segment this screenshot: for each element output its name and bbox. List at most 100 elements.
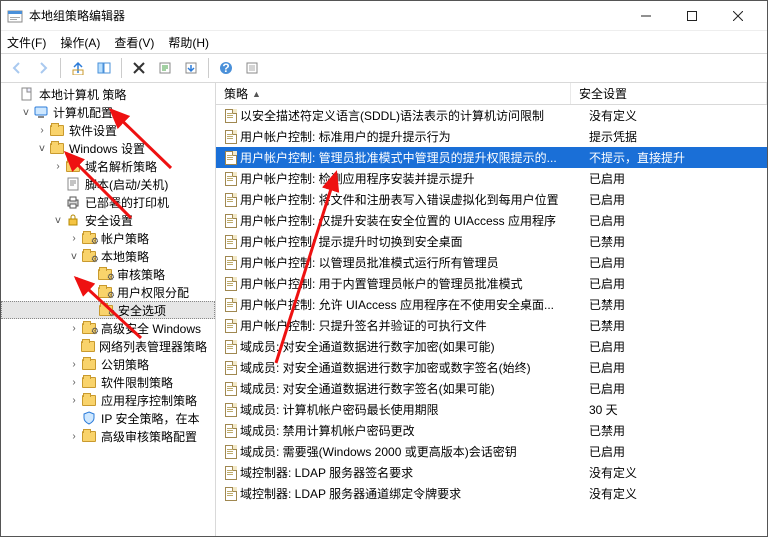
policy-value: 已禁用 xyxy=(589,317,767,334)
list-row[interactable]: 用户帐户控制: 用于内置管理员帐户的管理员批准模式已启用 xyxy=(216,273,767,294)
list-row[interactable]: 以安全描述符定义语言(SDDL)语法表示的计算机访问限制没有定义 xyxy=(216,105,767,126)
policy-icon xyxy=(222,235,240,249)
chevron-right-icon[interactable]: › xyxy=(67,395,81,406)
delete-button[interactable] xyxy=(127,56,151,80)
folder-icon xyxy=(98,302,114,318)
list-row[interactable]: 域控制器: LDAP 服务器通道绑定令牌要求没有定义 xyxy=(216,483,767,504)
tree-printers[interactable]: ›已部署的打印机 xyxy=(1,193,215,211)
tree-software-settings[interactable]: › 软件设置 xyxy=(1,121,215,139)
policy-icon xyxy=(222,424,240,438)
list-row[interactable]: 用户帐户控制: 只提升签名并验证的可执行文件已禁用 xyxy=(216,315,767,336)
tree-local-policies[interactable]: ⅴ本地策略 xyxy=(1,247,215,265)
tree-computer-config[interactable]: ⅴ 计算机配置 xyxy=(1,103,215,121)
column-policy[interactable]: 策略▲ xyxy=(216,83,571,104)
tree-software-restriction[interactable]: ›软件限制策略 xyxy=(1,373,215,391)
list-row[interactable]: 用户帐户控制: 将文件和注册表写入错误虚拟化到每用户位置已启用 xyxy=(216,189,767,210)
list-body[interactable]: 以安全描述符定义语言(SDDL)语法表示的计算机访问限制没有定义用户帐户控制: … xyxy=(216,105,767,536)
policy-name: 域成员: 对安全通道数据进行数字加密或数字签名(始终) xyxy=(240,359,589,376)
menu-view[interactable]: 查看(V) xyxy=(114,34,154,51)
chevron-right-icon[interactable]: › xyxy=(67,233,81,244)
chevron-down-icon[interactable]: ⅴ xyxy=(35,143,49,154)
filter-button[interactable] xyxy=(240,56,264,80)
tree-audit-policy[interactable]: ›审核策略 xyxy=(1,265,215,283)
chevron-right-icon[interactable]: › xyxy=(51,161,65,172)
back-button[interactable] xyxy=(5,56,29,80)
list-row[interactable]: 用户帐户控制: 提示提升时切换到安全桌面已禁用 xyxy=(216,231,767,252)
tree-public-key[interactable]: › 公钥策略 xyxy=(1,355,215,373)
up-button[interactable] xyxy=(66,56,90,80)
policy-value: 已禁用 xyxy=(589,296,767,313)
list-row[interactable]: 域成员: 需要强(Windows 2000 或更高版本)会话密钥已启用 xyxy=(216,441,767,462)
folder-icon xyxy=(81,392,97,408)
policy-name: 用户帐户控制: 仅提升安装在安全位置的 UIAccess 应用程序 xyxy=(240,212,589,229)
tree-label: 公钥策略 xyxy=(101,356,149,373)
menu-action[interactable]: 操作(A) xyxy=(60,34,100,51)
list-row[interactable]: 用户帐户控制: 标准用户的提升提示行为提示凭据 xyxy=(216,126,767,147)
folder-icon xyxy=(81,428,97,444)
policy-name: 用户帐户控制: 提示提升时切换到安全桌面 xyxy=(240,233,589,250)
list-row[interactable]: 域成员: 对安全通道数据进行数字加密或数字签名(始终)已启用 xyxy=(216,357,767,378)
tree-advanced-audit[interactable]: ›高级审核策略配置 xyxy=(1,427,215,445)
list-row[interactable]: 域成员: 禁用计算机帐户密码更改已禁用 xyxy=(216,420,767,441)
policy-name: 用户帐户控制: 允许 UIAccess 应用程序在不使用安全桌面... xyxy=(240,296,589,313)
tree-label: 帐户策略 xyxy=(101,230,149,247)
tree-scripts[interactable]: ›脚本(启动/关机) xyxy=(1,175,215,193)
tree-label: Windows 设置 xyxy=(69,140,145,157)
tree-root[interactable]: ▶ 本地计算机 策略 xyxy=(1,85,215,103)
policy-icon xyxy=(222,214,240,228)
tree-name-resolution[interactable]: ›域名解析策略 xyxy=(1,157,215,175)
column-setting[interactable]: 安全设置 xyxy=(571,83,767,104)
tree-account-policies[interactable]: › 帐户策略 xyxy=(1,229,215,247)
list-row[interactable]: 域控制器: LDAP 服务器签名要求没有定义 xyxy=(216,462,767,483)
list-row[interactable]: 用户帐户控制: 允许 UIAccess 应用程序在不使用安全桌面...已禁用 xyxy=(216,294,767,315)
export-button[interactable] xyxy=(179,56,203,80)
chevron-right-icon[interactable]: › xyxy=(67,323,81,334)
shield-icon xyxy=(81,410,97,426)
chevron-down-icon[interactable]: ⅴ xyxy=(67,251,81,262)
chevron-right-icon[interactable]: › xyxy=(67,359,81,370)
folder-icon xyxy=(65,158,81,174)
policy-name: 用户帐户控制: 检测应用程序安装并提示提升 xyxy=(240,170,589,187)
close-button[interactable] xyxy=(715,1,761,31)
tree-security-settings[interactable]: ⅴ安全设置 xyxy=(1,211,215,229)
menu-file[interactable]: 文件(F) xyxy=(7,34,46,51)
list-row[interactable]: 用户帐户控制: 检测应用程序安装并提示提升已启用 xyxy=(216,168,767,189)
tree-pane[interactable]: ▶ 本地计算机 策略 ⅴ 计算机配置 › xyxy=(1,83,216,536)
policy-value: 已启用 xyxy=(589,170,767,187)
properties-button[interactable] xyxy=(153,56,177,80)
tree-label: 计算机配置 xyxy=(53,104,113,121)
chevron-down-icon[interactable]: ⅴ xyxy=(19,107,33,118)
list-row[interactable]: 用户帐户控制: 仅提升安装在安全位置的 UIAccess 应用程序已启用 xyxy=(216,210,767,231)
menu-help[interactable]: 帮助(H) xyxy=(168,34,209,51)
tree-network-list[interactable]: ›网络列表管理器策略 xyxy=(1,337,215,355)
policy-name: 以安全描述符定义语言(SDDL)语法表示的计算机访问限制 xyxy=(240,107,589,124)
maximize-button[interactable] xyxy=(669,1,715,31)
tree-label: IP 安全策略，在本 xyxy=(101,410,199,427)
chevron-right-icon[interactable]: › xyxy=(67,431,81,442)
policy-icon xyxy=(222,130,240,144)
policy-icon xyxy=(222,298,240,312)
computer-icon xyxy=(33,104,49,120)
app-icon xyxy=(7,8,23,24)
tree-ip-security[interactable]: ›IP 安全策略，在本 xyxy=(1,409,215,427)
minimize-button[interactable] xyxy=(623,1,669,31)
toolbar: ? xyxy=(1,53,767,83)
list-row[interactable]: 域成员: 对安全通道数据进行数字加密(如果可能)已启用 xyxy=(216,336,767,357)
forward-button[interactable] xyxy=(31,56,55,80)
policy-value: 没有定义 xyxy=(589,107,767,124)
tree-advanced-security[interactable]: ›高级安全 Windows xyxy=(1,319,215,337)
chevron-right-icon[interactable]: › xyxy=(67,377,81,388)
chevron-right-icon[interactable]: › xyxy=(35,125,49,136)
chevron-down-icon[interactable]: ⅴ xyxy=(51,215,65,226)
tree-security-options[interactable]: ›安全选项 xyxy=(1,301,215,319)
list-row[interactable]: 用户帐户控制: 管理员批准模式中管理员的提升权限提示的...不提示，直接提升 xyxy=(216,147,767,168)
tree-windows-settings[interactable]: ⅴ Windows 设置 xyxy=(1,139,215,157)
tree-user-rights[interactable]: ›用户权限分配 xyxy=(1,283,215,301)
show-hide-tree-button[interactable] xyxy=(92,56,116,80)
help-button[interactable]: ? xyxy=(214,56,238,80)
list-row[interactable]: 域成员: 对安全通道数据进行数字签名(如果可能)已启用 xyxy=(216,378,767,399)
list-row[interactable]: 用户帐户控制: 以管理员批准模式运行所有管理员已启用 xyxy=(216,252,767,273)
policy-icon xyxy=(222,319,240,333)
tree-app-control[interactable]: ›应用程序控制策略 xyxy=(1,391,215,409)
list-row[interactable]: 域成员: 计算机帐户密码最长使用期限30 天 xyxy=(216,399,767,420)
